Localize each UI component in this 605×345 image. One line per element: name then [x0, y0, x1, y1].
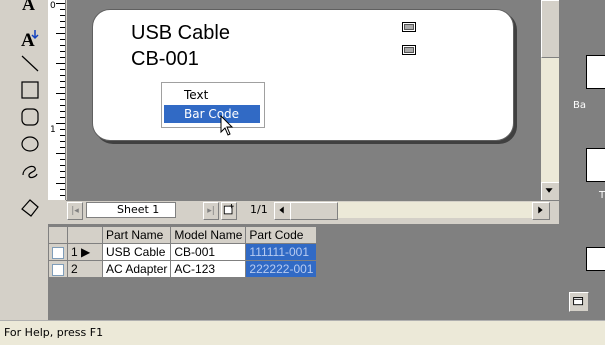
ruler-tick — [60, 81, 65, 82]
ruler-tick — [60, 69, 65, 70]
ruler-tick — [56, 153, 65, 154]
column-header-part-name[interactable]: Part Name — [101, 226, 172, 244]
cell-part-code[interactable]: 111111-001 — [245, 243, 318, 261]
column-header-part-code[interactable]: Part Code — [245, 226, 318, 244]
window-icon — [573, 297, 584, 306]
ruler-tick — [60, 99, 65, 100]
ruler-tick — [60, 129, 65, 130]
svg-text:A: A — [21, 30, 35, 48]
svg-text:A: A — [22, 0, 35, 14]
row-checkbox[interactable] — [52, 263, 64, 276]
ruler-tick — [60, 189, 65, 190]
row-index: 1 — [71, 245, 78, 259]
last-sheet-button[interactable]: ▸| — [203, 202, 219, 220]
ruler-mark: 0 — [50, 1, 56, 11]
ruler-tick — [60, 57, 65, 58]
ruler-tick — [56, 93, 65, 94]
ruler-tick — [60, 105, 65, 106]
right-panel-label-2: T — [599, 190, 605, 201]
ruler-tick — [60, 45, 65, 46]
ruler-tick — [56, 33, 65, 34]
data-grid: Part Name Model Name Part Code 1 ▶ USB C… — [48, 226, 318, 278]
current-row-indicator-icon: ▶ — [81, 245, 91, 259]
grid-side-panel — [0, 224, 48, 320]
ruler-tick — [60, 147, 65, 148]
label-text-line1[interactable]: USB Cable — [131, 22, 230, 44]
vertical-ruler: 01 — [48, 0, 66, 200]
sheet-tab[interactable]: Sheet 1 — [86, 202, 176, 218]
ruler-tick — [60, 171, 65, 172]
text-tool-icon[interactable]: A — [20, 0, 40, 14]
cell-model-name[interactable]: AC-123 — [170, 260, 247, 278]
ruler-tick — [60, 135, 65, 136]
ruler-tick — [60, 15, 65, 16]
freeform-tool-icon[interactable] — [20, 160, 40, 180]
sheet-bar: |◂ Sheet 1 ▸| 1/1 — [66, 200, 559, 220]
table-row[interactable]: 1 ▶ USB Cable CB-001 111111-001 — [48, 243, 318, 261]
ruler-tick — [60, 27, 65, 28]
ruler-tick — [60, 117, 65, 118]
field-marker-icon[interactable] — [402, 22, 416, 32]
label-design-card[interactable]: USB Cable CB-001 Text Bar Code — [92, 9, 514, 141]
barcode-object-icon[interactable] — [586, 55, 605, 89]
menu-item-text[interactable]: Text — [164, 86, 260, 104]
polygon-tool-icon[interactable] — [20, 198, 40, 218]
ruler-tick — [60, 39, 65, 40]
insert-context-menu: Text Bar Code — [161, 82, 265, 128]
first-sheet-button[interactable]: |◂ — [67, 202, 83, 220]
ruler-tick — [60, 165, 65, 166]
panel-toggle-button[interactable] — [569, 292, 589, 312]
menu-item-bar-code[interactable]: Bar Code — [164, 105, 260, 123]
vertical-scrollbar[interactable] — [541, 0, 560, 201]
ruler-tick — [60, 177, 65, 178]
data-grid-area: Part Name Model Name Part Code 1 ▶ USB C… — [0, 224, 559, 320]
ruler-tick — [60, 51, 65, 52]
cell-part-code[interactable]: 222222-001 — [245, 260, 318, 278]
ruler-tick — [60, 195, 65, 196]
column-header-model-name[interactable]: Model Name — [170, 226, 247, 244]
row-checkbox[interactable] — [52, 246, 64, 259]
cursor-arrow-icon — [220, 115, 234, 136]
field-marker-icon[interactable] — [402, 45, 416, 55]
ruler-tick — [56, 3, 65, 4]
cell-part-name[interactable]: USB Cable — [101, 243, 172, 261]
right-object-panel: Ba T — [559, 0, 605, 320]
ruler-tick — [60, 141, 65, 142]
horizontal-scrollbar[interactable] — [274, 202, 550, 220]
panel-item-icon[interactable] — [586, 247, 605, 271]
label-canvas[interactable]: USB Cable CB-001 Text Bar Code — [67, 0, 541, 200]
ruler-mark: 1 — [50, 125, 56, 135]
ruler-tick — [60, 111, 65, 112]
row-index: 2 — [71, 262, 78, 276]
ruler-tick — [60, 87, 65, 88]
ruler-tick — [60, 9, 65, 10]
cell-part-name[interactable]: AC Adapter — [101, 260, 172, 278]
scroll-down-button[interactable] — [541, 182, 560, 201]
ruler-tick — [56, 183, 65, 184]
vertical-scroll-thumb[interactable] — [541, 0, 560, 58]
new-sheet-button[interactable] — [221, 202, 237, 220]
table-row[interactable]: 2 AC Adapter AC-123 222222-001 — [48, 260, 318, 278]
ruler-tick — [56, 63, 65, 64]
ruler-tick — [60, 159, 65, 160]
cell-model-name[interactable]: CB-001 — [170, 243, 247, 261]
text-insert-icon[interactable]: A — [20, 28, 40, 48]
ruler-tick — [60, 75, 65, 76]
status-text: For Help, press F1 — [4, 326, 104, 339]
scroll-right-button[interactable] — [532, 202, 550, 220]
ruler-tick — [56, 123, 65, 124]
horizontal-scroll-thumb[interactable] — [290, 202, 338, 220]
new-sheet-icon — [223, 204, 234, 215]
grid-header-row: Part Name Model Name Part Code — [48, 226, 318, 244]
line-tool-icon[interactable] — [20, 53, 40, 73]
page-indicator: 1/1 — [250, 203, 268, 216]
rounded-rectangle-tool-icon[interactable] — [20, 107, 40, 127]
ellipse-tool-icon[interactable] — [20, 134, 40, 154]
ruler-tick — [60, 21, 65, 22]
right-panel-label-1: Ba — [573, 100, 586, 111]
status-bar: For Help, press F1 — [0, 320, 605, 345]
rectangle-tool-icon[interactable] — [20, 80, 40, 100]
label-text-line2[interactable]: CB-001 — [131, 48, 199, 70]
text-object-icon[interactable] — [586, 148, 605, 182]
